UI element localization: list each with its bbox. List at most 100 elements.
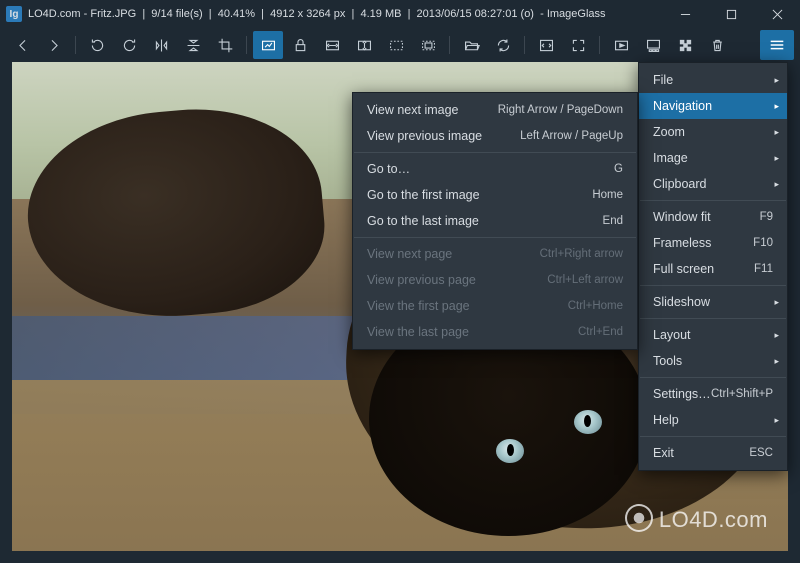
main-menu-item[interactable]: ExitESC — [639, 440, 787, 466]
menu-item-label: Tools — [653, 354, 773, 368]
nav-submenu-item[interactable]: Go to the first imageHome — [353, 182, 637, 208]
menu-separator — [354, 237, 636, 238]
submenu-arrow-icon: ▸ — [774, 297, 779, 308]
title-date: 2013/06/15 08:27:01 (o) — [417, 8, 534, 20]
fullscreen-button[interactable] — [563, 31, 593, 59]
menu-item-shortcut: ESC — [749, 447, 773, 459]
submenu-arrow-icon: ▸ — [774, 153, 779, 164]
menu-item-label: Go to the last image — [367, 214, 603, 228]
main-menu-item[interactable]: Image▸ — [639, 145, 787, 171]
menu-item-shortcut: F9 — [760, 211, 773, 223]
menu-item-label: Go to the first image — [367, 188, 592, 202]
scale-to-fit-button[interactable] — [381, 31, 411, 59]
title-zoom: 40.41% — [218, 8, 255, 20]
menu-item-label: View previous page — [367, 273, 547, 287]
menu-item-shortcut: G — [614, 163, 623, 175]
minimize-button[interactable] — [662, 0, 708, 28]
main-menu-item[interactable]: Settings…Ctrl+Shift+P — [639, 381, 787, 407]
menu-item-label: Exit — [653, 446, 749, 460]
toolbar-separator — [524, 36, 525, 54]
menu-item-label: View the last page — [367, 325, 578, 339]
next-image-button[interactable] — [39, 31, 69, 59]
crop-button[interactable] — [210, 31, 240, 59]
submenu-arrow-icon: ▸ — [774, 415, 779, 426]
refresh-button[interactable] — [488, 31, 518, 59]
rotate-left-button[interactable] — [82, 31, 112, 59]
toolbar-separator — [599, 36, 600, 54]
submenu-arrow-icon: ▸ — [774, 356, 779, 367]
main-menu-button[interactable] — [760, 30, 794, 60]
menu-item-shortcut: Ctrl+End — [578, 326, 623, 338]
menu-item-label: View next image — [367, 103, 498, 117]
menu-separator — [640, 200, 786, 201]
menu-item-shortcut: Ctrl+Shift+P — [711, 388, 773, 400]
nav-submenu-item: View the last pageCtrl+End — [353, 319, 637, 345]
menu-item-shortcut: Right Arrow / PageDown — [498, 104, 623, 116]
flip-vertical-button[interactable] — [178, 31, 208, 59]
main-menu-item[interactable]: Clipboard▸ — [639, 171, 787, 197]
main-menu-item[interactable]: Slideshow▸ — [639, 289, 787, 315]
title-site: LO4D.com — [28, 8, 81, 20]
title-size: 4.19 MB — [360, 8, 401, 20]
prev-image-button[interactable] — [7, 31, 37, 59]
menu-item-label: View the first page — [367, 299, 568, 313]
scale-to-width-button[interactable] — [317, 31, 347, 59]
menu-item-label: Window fit — [653, 210, 760, 224]
menu-item-label: Navigation — [653, 99, 773, 113]
title-filepos: 9/14 file(s) — [151, 8, 202, 20]
menu-item-shortcut: F11 — [754, 263, 773, 275]
open-file-button[interactable] — [456, 31, 486, 59]
nav-submenu-item[interactable]: View previous imageLeft Arrow / PageUp — [353, 123, 637, 149]
main-menu-item[interactable]: File▸ — [639, 67, 787, 93]
menu-item-label: Full screen — [653, 262, 754, 276]
scale-to-fill-button[interactable] — [413, 31, 443, 59]
main-menu-item[interactable]: Zoom▸ — [639, 119, 787, 145]
toolbar — [0, 28, 800, 62]
rotate-right-button[interactable] — [114, 31, 144, 59]
title-filename: Fritz.JPG — [90, 8, 136, 20]
main-menu-item[interactable]: Window fitF9 — [639, 204, 787, 230]
nav-submenu-item: View next pageCtrl+Right arrow — [353, 241, 637, 267]
watermark: LO4D.com — [625, 504, 768, 533]
autozoom-button[interactable] — [253, 31, 283, 59]
submenu-arrow-icon: ▸ — [774, 101, 779, 112]
toolbar-separator — [246, 36, 247, 54]
menu-item-label: Go to… — [367, 162, 614, 176]
menu-item-label: Clipboard — [653, 177, 773, 191]
menu-item-label: File — [653, 73, 773, 87]
title-dims: 4912 x 3264 px — [270, 8, 345, 20]
thumbnail-button[interactable] — [638, 31, 668, 59]
navigation-submenu: View next imageRight Arrow / PageDownVie… — [352, 92, 638, 350]
menu-item-shortcut: Home — [592, 189, 623, 201]
checkerboard-button[interactable] — [670, 31, 700, 59]
main-menu-item[interactable]: Tools▸ — [639, 348, 787, 374]
menu-separator — [640, 285, 786, 286]
main-menu-item[interactable]: Full screenF11 — [639, 256, 787, 282]
main-menu-item[interactable]: Layout▸ — [639, 322, 787, 348]
menu-item-label: View previous image — [367, 129, 520, 143]
submenu-arrow-icon: ▸ — [774, 179, 779, 190]
close-button[interactable] — [754, 0, 800, 28]
flip-horizontal-button[interactable] — [146, 31, 176, 59]
maximize-button[interactable] — [708, 0, 754, 28]
window-fit-button[interactable] — [531, 31, 561, 59]
main-menu-item[interactable]: Help▸ — [639, 407, 787, 433]
lock-zoom-button[interactable] — [285, 31, 315, 59]
scale-to-height-button[interactable] — [349, 31, 379, 59]
slideshow-button[interactable] — [606, 31, 636, 59]
main-menu: File▸Navigation▸Zoom▸Image▸Clipboard▸Win… — [638, 62, 788, 471]
submenu-arrow-icon: ▸ — [774, 127, 779, 138]
menu-item-label: Layout — [653, 328, 773, 342]
nav-submenu-item[interactable]: View next imageRight Arrow / PageDown — [353, 97, 637, 123]
delete-button[interactable] — [702, 31, 732, 59]
window-controls — [662, 0, 800, 28]
nav-submenu-item[interactable]: Go to…G — [353, 156, 637, 182]
menu-item-shortcut: F10 — [753, 237, 773, 249]
main-menu-item[interactable]: Navigation▸ — [639, 93, 787, 119]
nav-submenu-item: View previous pageCtrl+Left arrow — [353, 267, 637, 293]
nav-submenu-item[interactable]: Go to the last imageEnd — [353, 208, 637, 234]
menu-item-label: View next page — [367, 247, 540, 261]
main-menu-item[interactable]: FramelessF10 — [639, 230, 787, 256]
menu-item-label: Frameless — [653, 236, 753, 250]
app-icon: Ig — [6, 6, 22, 22]
